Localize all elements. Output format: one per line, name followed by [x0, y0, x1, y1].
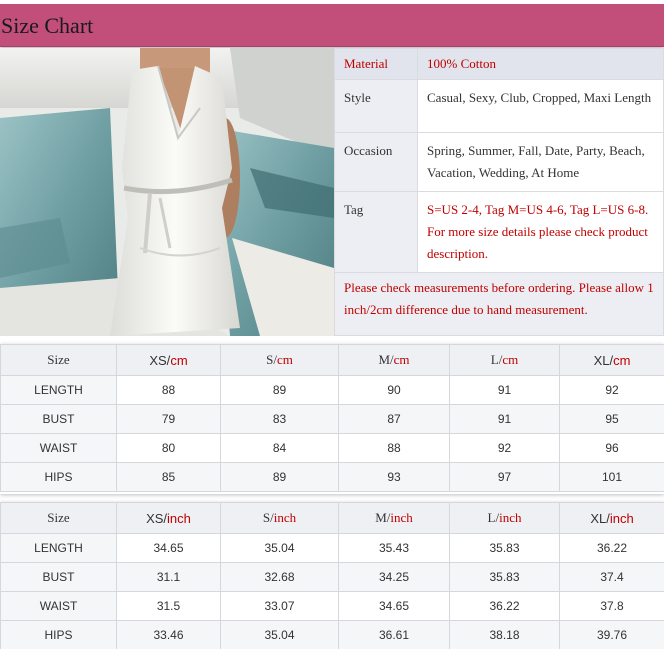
table-cell: 91 [449, 404, 560, 434]
table-cell: 31.1 [116, 562, 221, 592]
size-header: Size [0, 502, 117, 534]
table-row: WAIST 80 84 88 92 96 [0, 433, 664, 463]
size-col-m: M/cm [338, 344, 450, 376]
size-header: Size [0, 344, 117, 376]
size-col-l: L/inch [449, 502, 560, 534]
size-col-xl: XL/inch [559, 502, 664, 534]
occasion-value: Spring, Summer, Fall, Date, Party, Beach… [417, 132, 664, 192]
material-label: Material [334, 48, 418, 80]
table-cell: 87 [338, 404, 450, 434]
table-row: LENGTH 88 89 90 91 92 [0, 375, 664, 405]
inch-header-row: Size XS/inch S/inch M/inch L/inch XL/inc… [0, 502, 664, 534]
table-cell: 88 [338, 433, 450, 463]
style-value: Casual, Sexy, Club, Cropped, Maxi Length [417, 79, 664, 133]
table-cell: 33.07 [220, 591, 339, 621]
table-cell: 35.83 [449, 533, 560, 563]
size-col-xs: XS/inch [116, 502, 221, 534]
size-col-xl: XL/cm [559, 344, 664, 376]
note-row: Please check measurements before orderin… [334, 272, 664, 336]
size-col-m: M/inch [338, 502, 450, 534]
table-cell: 37.8 [559, 591, 664, 621]
table-cell: 36.61 [338, 620, 450, 649]
product-info-table: Material 100% Cotton Style Casual, Sexy,… [334, 48, 664, 336]
table-cell: 39.76 [559, 620, 664, 649]
table-row: BUST 31.1 32.68 34.25 35.83 37.4 [0, 562, 664, 592]
occasion-label: Occasion [334, 132, 418, 192]
row-label: LENGTH [0, 533, 117, 563]
table-cell: 31.5 [116, 591, 221, 621]
table-cell: 35.83 [449, 562, 560, 592]
table-cell: 32.68 [220, 562, 339, 592]
table-cell: 88 [116, 375, 221, 405]
page-title: Size Chart [1, 13, 94, 38]
table-row: BUST 79 83 87 91 95 [0, 404, 664, 434]
table-cell: 91 [449, 375, 560, 405]
size-col-l: L/cm [449, 344, 560, 376]
size-col-s: S/cm [220, 344, 339, 376]
tag-row: Tag S=US 2-4, Tag M=US 4-6, Tag L=US 6-8… [334, 191, 664, 273]
row-label: WAIST [0, 433, 117, 463]
table-cell: 89 [220, 375, 339, 405]
cm-size-table-panel: Size XS/cm S/cm M/cm L/cm XL/cm LENGTH 8… [0, 344, 664, 494]
table-cell: 96 [559, 433, 664, 463]
table-cell: 97 [449, 462, 560, 492]
header-bar: Size Chart [0, 4, 664, 47]
table-cell: 90 [338, 375, 450, 405]
table-cell: 89 [220, 462, 339, 492]
table-cell: 92 [559, 375, 664, 405]
table-cell: 37.4 [559, 562, 664, 592]
table-row: WAIST 31.5 33.07 34.65 36.22 37.8 [0, 591, 664, 621]
table-cell: 35.04 [220, 620, 339, 649]
style-label: Style [334, 79, 418, 133]
measurement-note: Please check measurements before orderin… [334, 272, 664, 336]
table-cell: 36.22 [449, 591, 560, 621]
row-label: BUST [0, 562, 117, 592]
material-row: Material 100% Cotton [334, 48, 664, 80]
tag-label: Tag [334, 191, 418, 273]
cm-size-table: Size XS/cm S/cm M/cm L/cm XL/cm LENGTH 8… [0, 344, 664, 492]
table-cell: 85 [116, 462, 221, 492]
table-cell: 80 [116, 433, 221, 463]
table-row: HIPS 85 89 93 97 101 [0, 462, 664, 492]
table-row: LENGTH 34.65 35.04 35.43 35.83 36.22 [0, 533, 664, 563]
style-row: Style Casual, Sexy, Club, Cropped, Maxi … [334, 79, 664, 133]
table-cell: 33.46 [116, 620, 221, 649]
row-label: LENGTH [0, 375, 117, 405]
size-col-s: S/inch [220, 502, 339, 534]
table-cell: 34.65 [116, 533, 221, 563]
row-label: HIPS [0, 462, 117, 492]
inch-size-table: Size XS/inch S/inch M/inch L/inch XL/inc… [0, 502, 664, 649]
table-cell: 79 [116, 404, 221, 434]
table-cell: 34.65 [338, 591, 450, 621]
material-value: 100% Cotton [417, 48, 664, 80]
table-row: HIPS 33.46 35.04 36.61 38.18 39.76 [0, 620, 664, 649]
cm-header-row: Size XS/cm S/cm M/cm L/cm XL/cm [0, 344, 664, 376]
table-cell: 38.18 [449, 620, 560, 649]
table-cell: 84 [220, 433, 339, 463]
table-cell: 93 [338, 462, 450, 492]
table-cell: 92 [449, 433, 560, 463]
row-label: HIPS [0, 620, 117, 649]
table-cell: 101 [559, 462, 664, 492]
size-col-xs: XS/cm [116, 344, 221, 376]
table-cell: 83 [220, 404, 339, 434]
product-photo [0, 48, 334, 336]
table-cell: 34.25 [338, 562, 450, 592]
table-cell: 35.43 [338, 533, 450, 563]
tag-value: S=US 2-4, Tag M=US 4-6, Tag L=US 6-8. Fo… [417, 191, 664, 273]
table-cell: 36.22 [559, 533, 664, 563]
table-cell: 95 [559, 404, 664, 434]
occasion-row: Occasion Spring, Summer, Fall, Date, Par… [334, 132, 664, 192]
table-cell: 35.04 [220, 533, 339, 563]
row-label: BUST [0, 404, 117, 434]
row-label: WAIST [0, 591, 117, 621]
product-photo-image [0, 48, 334, 336]
inch-size-table-panel: Size XS/inch S/inch M/inch L/inch XL/inc… [0, 502, 664, 649]
